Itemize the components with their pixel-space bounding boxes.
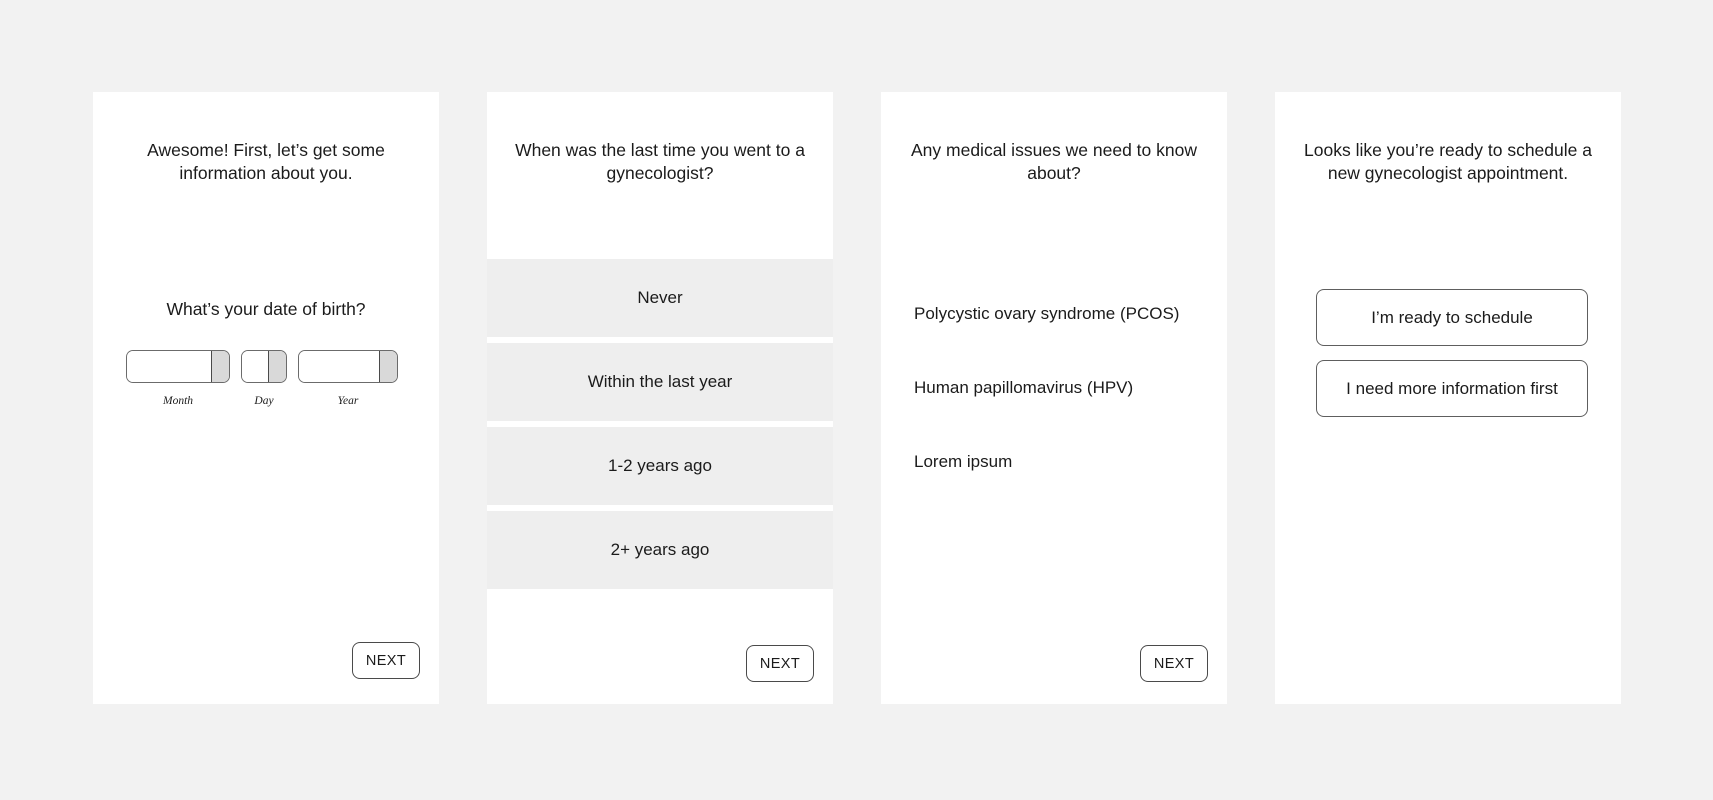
next-button-date-of-birth[interactable]: NEXT: [352, 642, 420, 679]
month-label: Month: [162, 395, 194, 407]
schedule-choice-list: I’m ready to schedule I need more inform…: [1316, 289, 1588, 431]
month-input[interactable]: [126, 350, 230, 383]
issue-hpv[interactable]: Human papillomavirus (HPV): [914, 351, 1201, 425]
day-field-wrapper: Day: [241, 350, 287, 407]
year-input[interactable]: [298, 350, 398, 383]
month-field-wrapper: Month: [126, 350, 230, 407]
panel-prompt-medical-issues: Any medical issues we need to know about…: [911, 140, 1197, 184]
day-input[interactable]: [241, 350, 287, 383]
screen-canvas: Awesome! First, let’s get some informati…: [0, 0, 1713, 800]
date-of-birth-question: What’s your date of birth?: [166, 299, 366, 319]
panel-prompt-date-of-birth: Awesome! First, let’s get some informati…: [147, 140, 385, 184]
next-button-last-visit[interactable]: NEXT: [746, 645, 814, 682]
last-visit-option-list: Never Within the last year 1-2 years ago…: [487, 259, 833, 595]
panel-schedule-readiness: Looks like you’re ready to schedule a ne…: [1275, 92, 1621, 704]
issue-pcos[interactable]: Polycystic ovary syndrome (PCOS): [914, 277, 1201, 351]
month-stepper-icon[interactable]: [211, 351, 229, 382]
day-label: Day: [254, 395, 274, 407]
year-input-entry[interactable]: [299, 351, 379, 382]
option-never[interactable]: Never: [487, 259, 833, 337]
choice-need-more-information[interactable]: I need more information first: [1316, 360, 1588, 417]
day-input-entry[interactable]: [242, 351, 268, 382]
year-stepper-icon[interactable]: [379, 351, 397, 382]
choice-ready-to-schedule[interactable]: I’m ready to schedule: [1316, 289, 1588, 346]
panel-last-gynecologist-visit: When was the last time you went to a gyn…: [487, 92, 833, 704]
date-of-birth-field-group: Month Day Year: [126, 350, 398, 407]
panel-prompt-last-visit: When was the last time you went to a gyn…: [515, 140, 805, 184]
year-field-wrapper: Year: [298, 350, 398, 407]
day-stepper-icon[interactable]: [268, 351, 286, 382]
option-within-last-year[interactable]: Within the last year: [487, 343, 833, 421]
panel-date-of-birth: Awesome! First, let’s get some informati…: [93, 92, 439, 704]
option-two-plus-years[interactable]: 2+ years ago: [487, 511, 833, 589]
panel-medical-issues: Any medical issues we need to know about…: [881, 92, 1227, 704]
month-input-entry[interactable]: [127, 351, 211, 382]
issue-lorem-ipsum[interactable]: Lorem ipsum: [914, 425, 1201, 499]
panel-prompt-schedule-readiness: Looks like you’re ready to schedule a ne…: [1304, 140, 1592, 184]
next-button-medical-issues[interactable]: NEXT: [1140, 645, 1208, 682]
year-label: Year: [337, 395, 359, 407]
option-one-to-two-years[interactable]: 1-2 years ago: [487, 427, 833, 505]
medical-issue-list: Polycystic ovary syndrome (PCOS) Human p…: [914, 277, 1201, 499]
